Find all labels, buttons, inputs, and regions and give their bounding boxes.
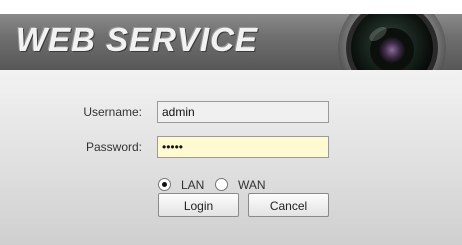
top-strip [0,0,462,14]
header-banner: WEB SERVICE [0,14,462,70]
username-row: Username: [0,101,462,123]
password-label: Password: [85,140,142,154]
radio-wan[interactable] [215,178,228,191]
username-input[interactable] [157,101,329,123]
cancel-button[interactable]: Cancel [248,193,329,217]
banner-title: WEB SERVICE [16,21,259,58]
password-row: Password: [0,136,462,158]
radio-lan-label[interactable]: LAN [181,178,204,192]
radio-selected-dot [162,182,167,187]
radio-lan[interactable] [158,178,171,191]
camera-lens-icon [338,14,446,70]
network-mode-selector: LAN WAN [158,176,358,194]
radio-wan-label[interactable]: WAN [238,178,266,192]
login-panel: Username: Password: LAN WAN Login Cancel [0,70,462,245]
username-label: Username: [83,105,142,119]
button-row: Login Cancel [0,193,462,217]
login-button[interactable]: Login [158,193,239,217]
password-input[interactable] [157,136,329,158]
